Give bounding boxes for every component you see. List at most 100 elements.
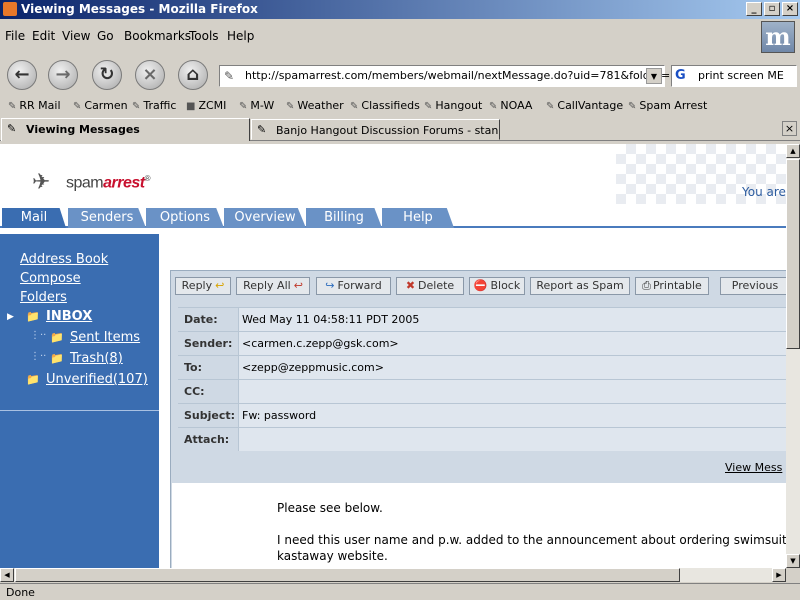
menu-help[interactable]: Help <box>227 29 254 43</box>
header-row-subject: Subject: Fw: password <box>178 403 786 427</box>
home-button[interactable]: ⌂ <box>178 60 208 90</box>
app-nav-tabs: Mail Senders Options Overview Billing He… <box>0 208 786 228</box>
tab-overview[interactable]: Overview <box>224 208 306 228</box>
report-spam-button[interactable]: Report as Spam <box>530 277 630 295</box>
bookmark-weather[interactable]: ✎ Weather <box>286 99 344 112</box>
bookmark-zcmi[interactable]: ■ ZCMI <box>186 99 226 112</box>
stop-button[interactable]: × <box>135 60 165 90</box>
folders-link[interactable]: Folders <box>20 290 67 305</box>
menu-go[interactable]: Go <box>97 29 114 43</box>
menu-tools[interactable]: Tools <box>189 29 219 43</box>
page-icon: ✎ <box>224 69 235 83</box>
spam-arrest-favicon: ✎ <box>7 122 17 135</box>
tab-options[interactable]: Options <box>146 208 224 228</box>
menu-edit[interactable]: Edit <box>32 29 55 43</box>
vertical-scrollbar[interactable]: ▲ ▼ <box>786 144 800 568</box>
back-button[interactable]: ← <box>7 60 37 90</box>
compose-link[interactable]: Compose <box>20 271 81 286</box>
forward-button[interactable]: → <box>48 60 78 90</box>
url-text: http://spamarrest.com/members/webmail/ne… <box>245 69 705 82</box>
menu-bar: File Edit View Go Bookmarks Tools Help <box>0 21 800 51</box>
bookmark-classifieds[interactable]: ✎ Classifieds <box>350 99 420 112</box>
bookmark-icon: ✎ <box>239 101 248 112</box>
scroll-down-icon[interactable]: ▼ <box>786 554 800 568</box>
tab-mail[interactable]: Mail <box>2 208 66 228</box>
trash-link[interactable]: Trash(8) <box>70 351 123 366</box>
folder-icon: 📁 <box>50 352 64 365</box>
forward-icon: ↪ <box>325 279 335 292</box>
bookmark-m-w[interactable]: ✎ M-W <box>239 99 274 112</box>
bookmark-icon: ✎ <box>546 101 555 112</box>
tab-help[interactable]: Help <box>382 208 454 228</box>
logo-suffix: arrest <box>103 174 145 192</box>
bookmark-icon: ✎ <box>489 101 498 112</box>
scroll-right-icon[interactable]: ▶ <box>772 568 786 582</box>
unverified-link[interactable]: Unverified(107) <box>46 372 148 387</box>
minimize-button[interactable]: _ <box>746 2 762 16</box>
address-book-link[interactable]: Address Book <box>20 252 108 267</box>
close-tab-icon[interactable]: × <box>782 121 797 136</box>
reply-icon: ↩ <box>215 279 225 292</box>
bookmark-noaa[interactable]: ✎ NOAA <box>489 99 532 112</box>
tab-banjo-hangout[interactable]: ✎ Banjo Hangout Discussion Forums - stan… <box>251 119 500 140</box>
tab-viewing-messages[interactable]: ✎ Viewing Messages <box>1 118 250 141</box>
forward-message-button[interactable]: ↪ Forward <box>316 277 391 295</box>
tree-connector: ⋮·· <box>30 330 47 341</box>
menu-bookmarks[interactable]: Bookmarks <box>124 29 191 43</box>
reply-all-button[interactable]: Reply All ↩ <box>236 277 310 295</box>
reply-button[interactable]: Reply ↩ <box>175 277 231 295</box>
tab-billing[interactable]: Billing <box>306 208 382 228</box>
bookmark-callvantage[interactable]: ✎ CallVantage <box>546 99 623 112</box>
bookmark-traffic[interactable]: ✎ Traffic <box>132 99 176 112</box>
status-text: Done <box>6 586 35 599</box>
block-button[interactable]: ⛔ Block <box>469 277 525 295</box>
scroll-left-icon[interactable]: ◀ <box>0 568 14 582</box>
previous-button[interactable]: Previous <box>720 277 786 295</box>
page-favicon: ✎ <box>257 123 267 136</box>
bookmark-icon: ✎ <box>8 101 17 112</box>
delete-button[interactable]: ✖ Delete <box>396 277 464 295</box>
bookmark-rr-mail[interactable]: ✎ RR Mail <box>8 99 61 112</box>
tree-connector: ⋮·· <box>30 351 47 362</box>
sent-items-link[interactable]: Sent Items <box>70 330 140 345</box>
folder-icon: 📁 <box>26 373 40 386</box>
close-button[interactable]: × <box>782 2 798 16</box>
menu-file[interactable]: File <box>5 29 25 43</box>
bookmark-icon: ✎ <box>424 101 433 112</box>
url-dropdown-icon[interactable]: ▼ <box>646 68 662 84</box>
message-body: Please see below. I need this user name … <box>172 483 786 568</box>
view-message-link[interactable]: View Mess <box>725 461 782 474</box>
header-row-to: To: <zepp@zeppmusic.com> <box>178 355 786 379</box>
printable-button[interactable]: ⎙ Printable <box>635 277 709 295</box>
message-panel: Reply ↩ Reply All ↩ ↪ Forward ✖ Delete ⛔ Bloc… <box>170 270 786 568</box>
date-value: Wed May 11 04:58:11 PDT 2005 <box>242 313 420 326</box>
horizontal-scroll-thumb[interactable] <box>15 568 680 582</box>
url-bar[interactable]: ✎ http://spamarrest.com/members/webmail/… <box>219 65 705 87</box>
header-row-sender: Sender: <carmen.c.zepp@gsk.com> <box>178 331 786 355</box>
reply-all-icon: ↩ <box>293 279 303 292</box>
firefox-icon <box>3 2 17 16</box>
scroll-up-icon[interactable]: ▲ <box>786 144 800 158</box>
menu-view[interactable]: View <box>62 29 90 43</box>
google-icon[interactable]: G <box>675 68 686 83</box>
vertical-scroll-thumb[interactable] <box>786 159 800 349</box>
search-input[interactable]: print screen ME <box>698 69 784 82</box>
bookmark-icon: ■ <box>186 101 196 112</box>
bookmark-carmen[interactable]: ✎ Carmen <box>73 99 128 112</box>
inbox-link[interactable]: INBOX <box>46 309 92 324</box>
printer-icon: ⎙ <box>642 279 651 292</box>
search-box[interactable]: G print screen ME <box>671 65 797 87</box>
user-greeting: You are <box>742 185 786 199</box>
horizontal-scrollbar[interactable]: ◀ ▶ <box>0 568 786 582</box>
reload-button[interactable]: ↻ <box>92 60 122 90</box>
bookmark-icon: ✎ <box>73 101 82 112</box>
body-line: kastaway website. <box>277 549 388 563</box>
bookmark-hangout[interactable]: ✎ Hangout <box>424 99 482 112</box>
bookmark-spam-arrest[interactable]: ✎ Spam Arrest <box>628 99 707 112</box>
delete-icon: ✖ <box>405 279 416 292</box>
logo-trademark: ® <box>144 174 151 183</box>
tab-senders[interactable]: Senders <box>68 208 146 228</box>
maximize-button[interactable]: ▫ <box>764 2 780 16</box>
folder-icon: 📁 <box>26 310 40 323</box>
bookmark-icon: ✎ <box>132 101 141 112</box>
